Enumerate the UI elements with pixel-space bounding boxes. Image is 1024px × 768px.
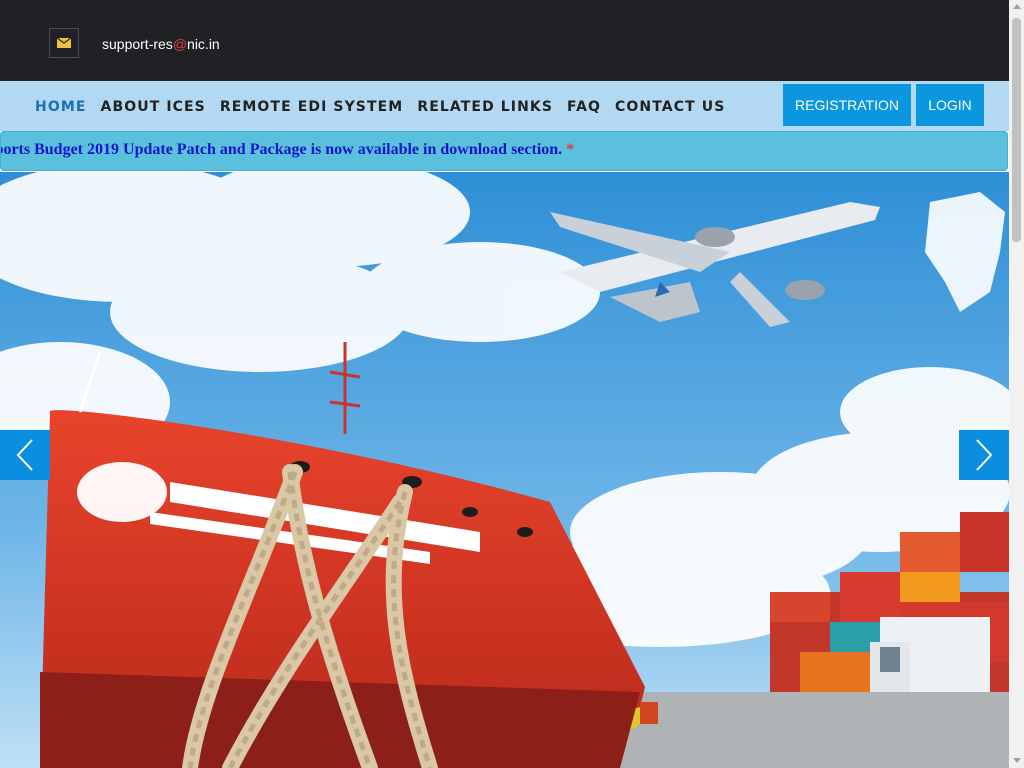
scroll-down-arrow-icon[interactable] bbox=[1012, 758, 1021, 763]
hero-image bbox=[0, 172, 1009, 768]
ticker-message[interactable]: Imports Budget 2019 Update Patch and Pac… bbox=[0, 141, 575, 159]
chevron-right-icon bbox=[976, 439, 993, 471]
registration-button[interactable]: REGISTRATION bbox=[783, 84, 911, 126]
ticker-text: Imports Budget 2019 Update Patch and Pac… bbox=[0, 141, 563, 158]
mail-icon-box[interactable] bbox=[49, 28, 79, 58]
nav-item-contact-us[interactable]: CONTACT US bbox=[615, 99, 725, 115]
nav-item-home[interactable]: HOME bbox=[35, 99, 87, 115]
nav-item-related-links[interactable]: RELATED LINKS bbox=[417, 99, 553, 115]
nav-item-faq[interactable]: FAQ bbox=[567, 99, 601, 115]
scrollbar-thumb[interactable] bbox=[1012, 18, 1021, 242]
email-suffix: nic.in bbox=[187, 36, 220, 52]
nav-item-remote-edi-system[interactable]: REMOTE EDI SYSTEM bbox=[220, 99, 403, 115]
envelope-icon bbox=[57, 38, 71, 48]
hero-carousel-slide bbox=[0, 172, 1009, 768]
page: support-res@nic.in HOME ABOUT ICES REMOT… bbox=[0, 0, 1024, 768]
nav-item-about-ices[interactable]: ABOUT ICES bbox=[101, 99, 206, 115]
chevron-left-icon bbox=[16, 439, 33, 471]
login-button[interactable]: LOGIN bbox=[916, 84, 984, 126]
email-at: @ bbox=[172, 36, 188, 52]
top-bar: support-res@nic.in bbox=[0, 0, 1009, 81]
news-ticker: Imports Budget 2019 Update Patch and Pac… bbox=[0, 131, 1008, 171]
main-nav: HOME ABOUT ICES REMOTE EDI SYSTEM RELATE… bbox=[35, 99, 739, 115]
email-prefix: support-res bbox=[102, 36, 173, 52]
carousel-next-button[interactable] bbox=[959, 430, 1009, 480]
support-email[interactable]: support-res@nic.in bbox=[102, 36, 220, 52]
ticker-star: * bbox=[566, 141, 575, 158]
carousel-prev-button[interactable] bbox=[0, 430, 50, 480]
scroll-up-arrow-icon[interactable] bbox=[1012, 4, 1021, 9]
